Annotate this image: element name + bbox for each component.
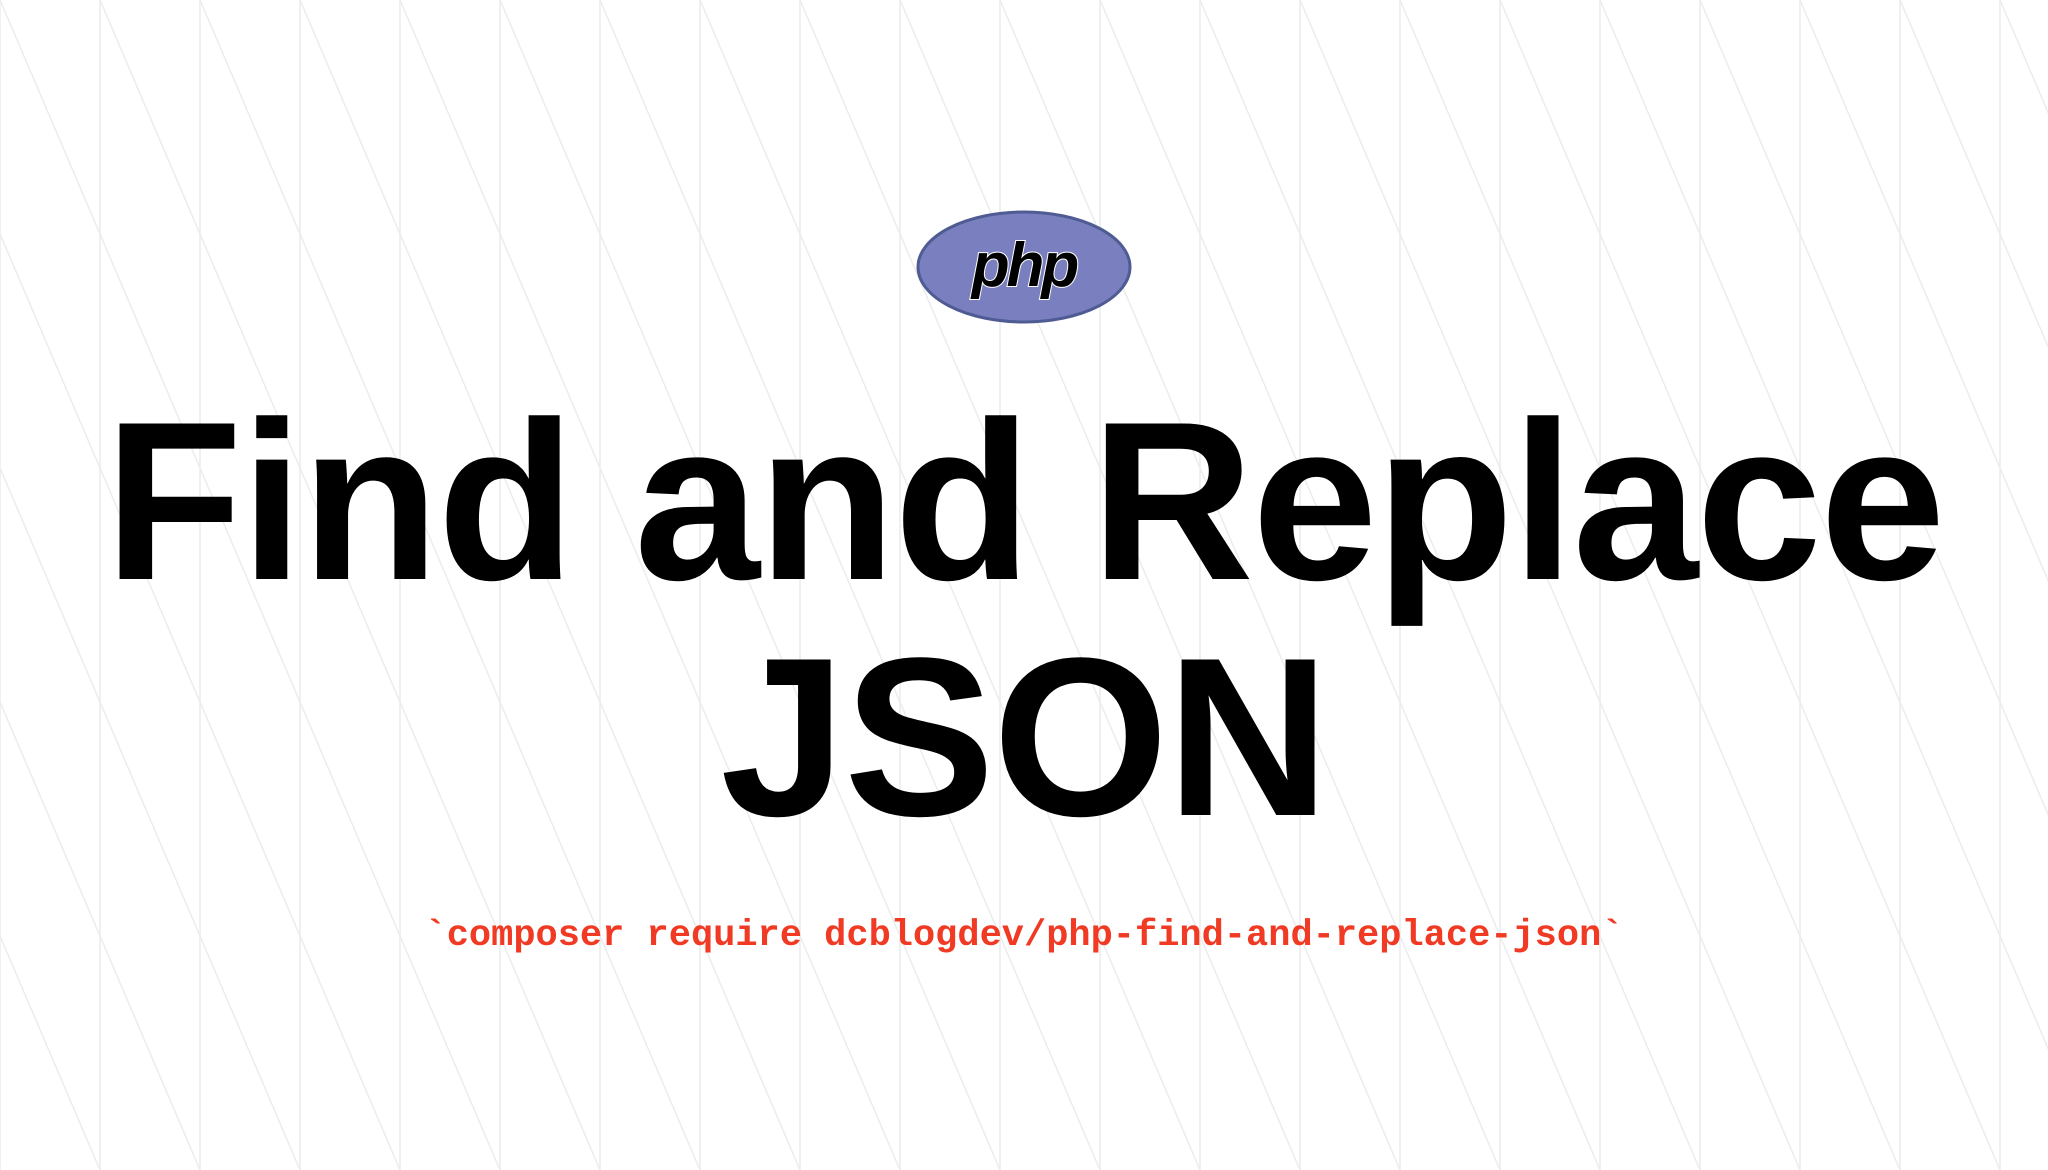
title-line-2: JSON — [720, 610, 1329, 863]
page-canvas: php Find and Replace JSON `composer requ… — [0, 0, 2048, 1170]
php-logo-text: php — [970, 231, 1078, 300]
composer-command: `composer require dcblogdev/php-find-and… — [424, 915, 1624, 957]
php-logo-icon: php — [916, 210, 1132, 324]
title-line-1: Find and Replace — [104, 374, 1945, 627]
page-title: Find and Replace JSON — [0, 383, 2048, 855]
